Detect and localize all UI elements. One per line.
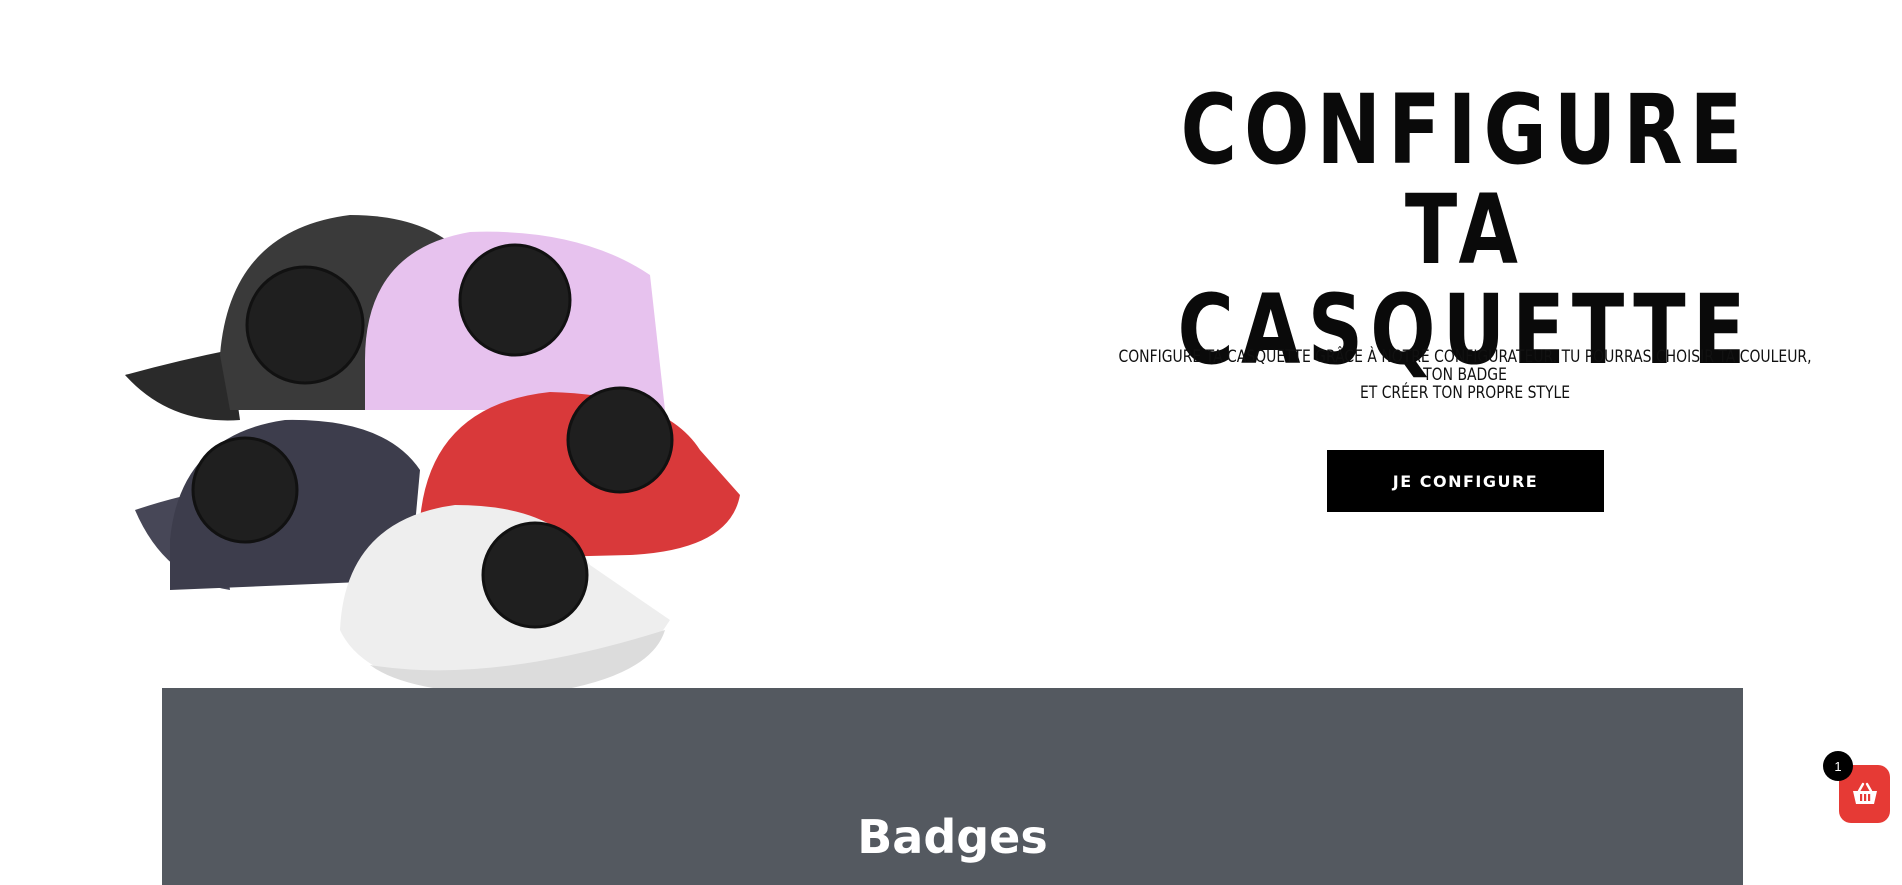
badges-section: Badges — [162, 688, 1743, 885]
hero-subtitle-line2: ET CRÉER TON PROPRE STYLE — [1359, 383, 1571, 403]
hero-subtitle: CONFIGURE TA CASQUETTE GRÂCE À NOTRE CON… — [1117, 348, 1814, 402]
configure-button[interactable]: JE CONFIGURE — [1327, 450, 1604, 512]
cap-pink — [365, 231, 665, 410]
cart-count-badge: 1 — [1823, 751, 1853, 781]
badges-title: Badges — [857, 810, 1048, 864]
caps-product-image — [125, 215, 740, 690]
hero-title: CONFIGURE TA CASQUETTE — [1125, 80, 1805, 380]
hero-title-line1: CONFIGURE TA — [1180, 74, 1750, 286]
basket-icon — [1852, 782, 1877, 804]
hero-subtitle-line1: CONFIGURE TA CASQUETTE GRÂCE À NOTRE CON… — [1118, 347, 1812, 385]
